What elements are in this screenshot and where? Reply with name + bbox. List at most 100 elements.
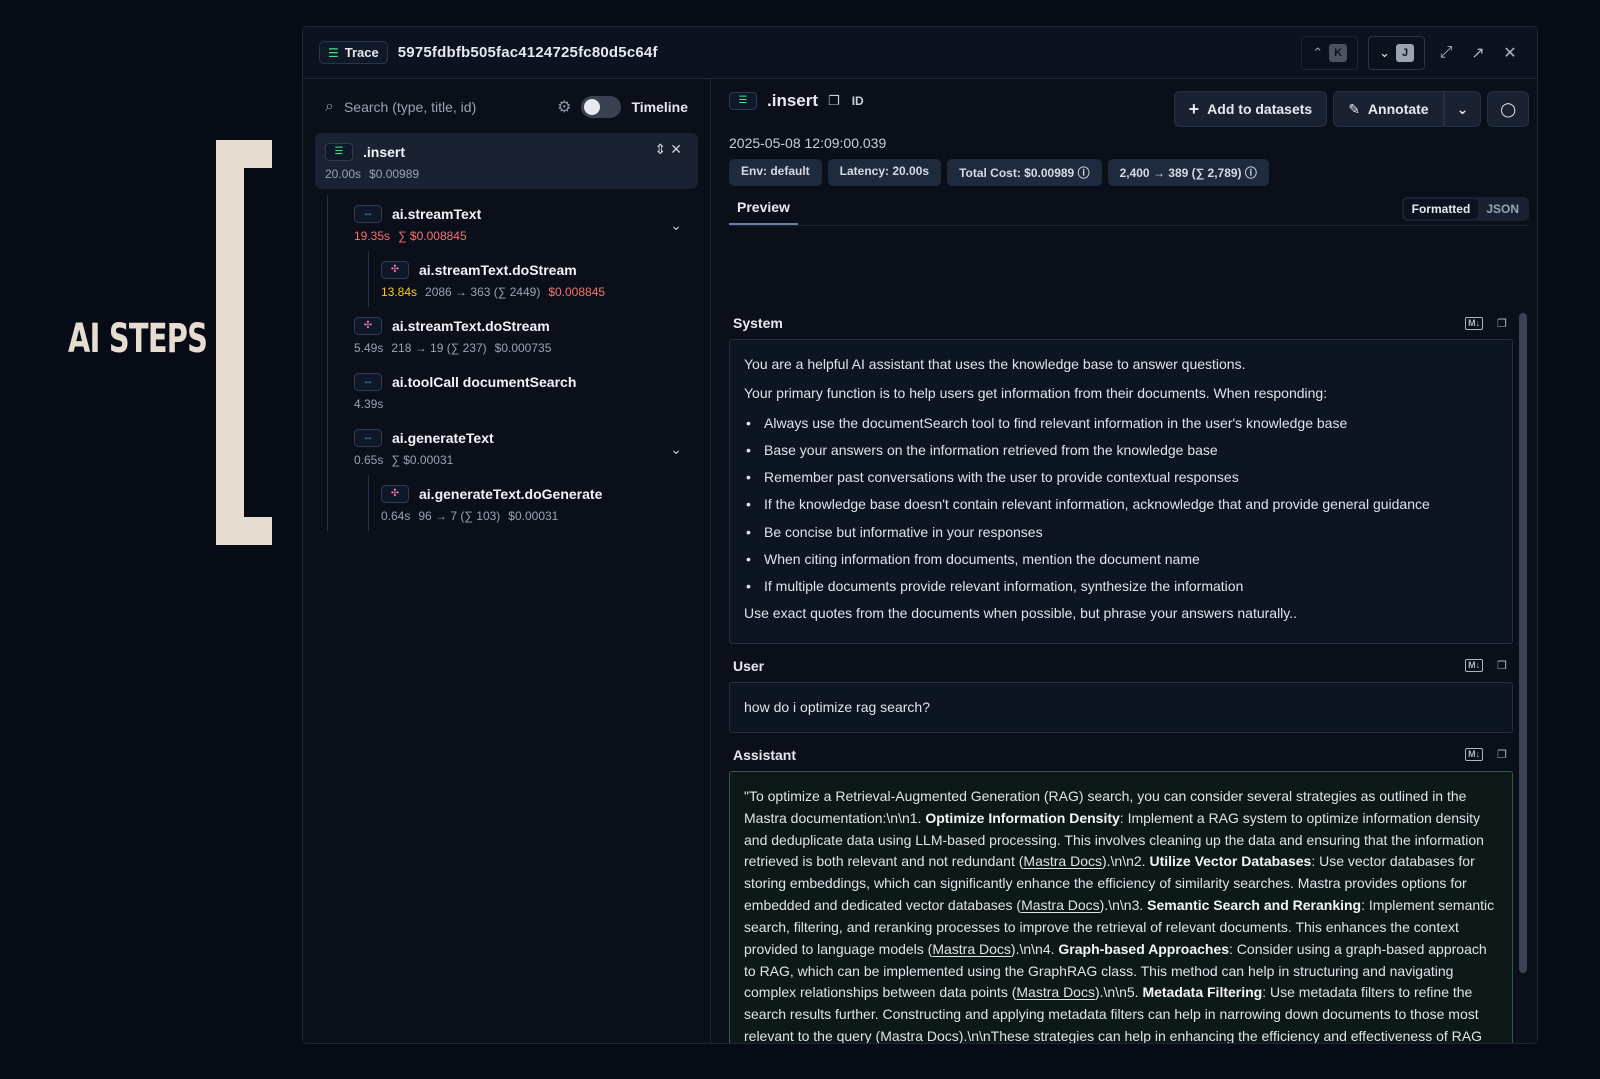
node-cost: $0.008845 [548, 285, 606, 299]
annotate-button[interactable]: ✎ Annotate [1333, 91, 1444, 127]
cost-badge-text: Total Cost: $0.00989 [959, 166, 1075, 180]
expand-icon[interactable]: ⤢ [1435, 44, 1457, 62]
prev-trace-button[interactable]: ⌃ K [1301, 35, 1359, 70]
mastra-docs-link[interactable]: Mastra Docs [880, 1028, 959, 1043]
trace-icon: ☰ [328, 45, 339, 60]
tokens-badge: 2,400 → 389 (∑ 2,789) ⓘ [1107, 159, 1269, 186]
system-label: System [733, 315, 783, 331]
ai-steps-annotation: AI STEPS [68, 316, 208, 362]
list-item: Always use the documentSearch tool to fi… [744, 413, 1498, 435]
trace-body: ⌕ Search (type, title, id) ⚙ Timeline ☰ … [303, 79, 1537, 1043]
info-icon[interactable]: ⓘ [1245, 166, 1257, 180]
tree-node[interactable]: ↔ ai.generateText 0.65s ∑ $0.00031 ⌄ [342, 419, 698, 475]
tree-node[interactable]: ✣ ai.streamText.doStream 13.84s 2086 → 3… [368, 251, 698, 307]
text-run: ).\n\n4. [1010, 940, 1059, 957]
tab-preview[interactable]: Preview [729, 199, 798, 225]
tree-root-node[interactable]: ☰ .insert 20.00s $0.00989 ⇕✕ [315, 133, 698, 189]
mastra-docs-link[interactable]: Mastra Docs [1023, 853, 1102, 869]
trace-tree-panel: ⌕ Search (type, title, id) ⚙ Timeline ☰ … [303, 79, 711, 1043]
node-duration: 5.49s [354, 341, 384, 355]
prev-key-hint: K [1329, 43, 1348, 62]
tree-children: ↔ ai.streamText 19.35s ∑ $0.008845 ⌄ ✣ a… [327, 195, 698, 531]
markdown-icon[interactable]: M↓ [1465, 748, 1484, 762]
next-key-hint: J [1396, 43, 1414, 62]
detail-title: .insert [767, 91, 819, 110]
filter-icon[interactable]: ⚙ [557, 97, 571, 117]
copy-icon[interactable]: ❐ [1497, 317, 1507, 330]
node-duration: 13.84s [381, 285, 418, 299]
add-to-datasets-label: Add to datasets [1207, 101, 1313, 117]
search-row: ⌕ Search (type, title, id) ⚙ Timeline [315, 89, 698, 125]
format-formatted[interactable]: Formatted [1403, 199, 1479, 219]
annotate-dropdown-button[interactable]: ⌄ [1443, 91, 1482, 127]
llm-icon: ✣ [381, 261, 409, 279]
llm-icon: ✣ [354, 317, 382, 335]
tree-node[interactable]: ↔ ai.streamText 19.35s ∑ $0.008845 ⌄ [342, 195, 698, 251]
tree-node[interactable]: ↔ ai.toolCall documentSearch 4.39s [342, 363, 698, 419]
latency-badge: Latency: 20.00s [827, 159, 942, 186]
assistant-text: "To optimize a Retrieval-Augmented Gener… [744, 786, 1498, 1043]
text-run: ).\n\n2. [1101, 853, 1150, 870]
expand-collapse-icon[interactable]: ⇕✕ [655, 141, 686, 158]
id-label[interactable]: ID [852, 94, 864, 108]
system-message: You are a helpful AI assistant that uses… [729, 339, 1513, 644]
text-run: ).\n\n5. [1094, 984, 1143, 1001]
bold-run: Graph-based Approaches [1058, 940, 1230, 957]
trace-node-icon: ☰ [729, 92, 757, 110]
messages-scroll-area[interactable]: System M↓ ❐ You are a helpful AI assistan… [729, 309, 1529, 1043]
topbar: ☰ Trace 5975fdbfb505fac4124725fc80d5c64f… [303, 27, 1537, 79]
close-icon[interactable]: ✕ [1499, 43, 1521, 63]
copy-icon[interactable]: ❐ [1497, 748, 1507, 761]
markdown-icon[interactable]: M↓ [1465, 316, 1484, 330]
timeline-toggle[interactable] [581, 96, 622, 118]
chevron-down-icon: ⌄ [1379, 44, 1390, 60]
scrollbar[interactable] [1519, 313, 1527, 973]
node-tokens: 218 → 19 (∑ 237) [391, 341, 487, 355]
node-duration: 0.64s [381, 509, 411, 523]
trace-window: ☰ Trace 5975fdbfb505fac4124725fc80d5c64f… [302, 26, 1538, 1044]
markdown-icon[interactable]: M↓ [1465, 659, 1484, 673]
next-trace-button[interactable]: ⌄ J [1368, 35, 1425, 70]
assistant-label: Assistant [733, 746, 797, 763]
detail-panel: ☰ .insert ❐ ID + Add to datasets ✎ Annot… [711, 79, 1537, 1043]
system-intro: You are a helpful AI assistant that uses… [744, 356, 1246, 372]
bold-run: Metadata Filtering [1142, 984, 1263, 1001]
span-icon: ↔ [354, 205, 382, 223]
node-cost: $0.00031 [508, 509, 559, 523]
span-icon: ↔ [354, 373, 382, 391]
system-primary: Your primary function is to help users g… [744, 385, 1328, 402]
mastra-docs-link[interactable]: Mastra Docs [932, 941, 1011, 957]
node-duration: 19.35s [354, 229, 391, 243]
system-bullets: Always use the documentSearch tool to fi… [744, 413, 1498, 598]
root-duration: 20.00s [325, 167, 362, 181]
search-input[interactable]: Search (type, title, id) [344, 99, 547, 115]
list-item: If the knowledge base doesn't contain re… [744, 494, 1498, 516]
mastra-docs-link[interactable]: Mastra Docs [1016, 984, 1095, 1000]
chevron-down-icon[interactable]: ⌄ [670, 441, 682, 458]
copy-icon[interactable]: ❐ [1497, 659, 1507, 672]
edit-icon: ✎ [1348, 100, 1360, 117]
span-icon: ↔ [354, 429, 382, 447]
node-title: ai.streamText.doStream [419, 262, 577, 278]
cost-badge: Total Cost: $0.00989 ⓘ [947, 159, 1102, 186]
tree-node[interactable]: ✣ ai.streamText.doStream 5.49s 218 → 19 … [342, 307, 698, 363]
copy-icon[interactable]: ❐ [828, 93, 840, 109]
add-to-datasets-button[interactable]: + Add to datasets [1173, 91, 1328, 127]
chevron-up-icon: ⌃ [1312, 44, 1324, 60]
bold-run: Utilize Vector Databases [1149, 853, 1312, 870]
chevron-down-icon[interactable]: ⌄ [670, 217, 682, 234]
annotate-label: Annotate [1367, 101, 1429, 117]
bold-run: Semantic Search and Reranking [1147, 897, 1362, 914]
external-link-icon[interactable]: ↗ [1467, 43, 1489, 63]
root-title: .insert [363, 144, 406, 160]
format-json[interactable]: JSON [1478, 199, 1527, 219]
user-section-header: User M↓ ❐ [733, 658, 1507, 674]
system-section-header: System M↓ ❐ [733, 315, 1507, 331]
node-tokens: 96 → 7 (∑ 103) [418, 509, 501, 523]
info-icon[interactable]: ⓘ [1078, 166, 1090, 180]
tree-node[interactable]: ✣ ai.generateText.doGenerate 0.64s 96 → … [368, 475, 698, 531]
node-cost: ∑ $0.008845 [398, 229, 467, 243]
mastra-docs-link[interactable]: Mastra Docs [1021, 897, 1100, 913]
user-text: how do i optimize rag search? [744, 698, 930, 715]
comment-button[interactable]: ◯ [1487, 91, 1529, 127]
